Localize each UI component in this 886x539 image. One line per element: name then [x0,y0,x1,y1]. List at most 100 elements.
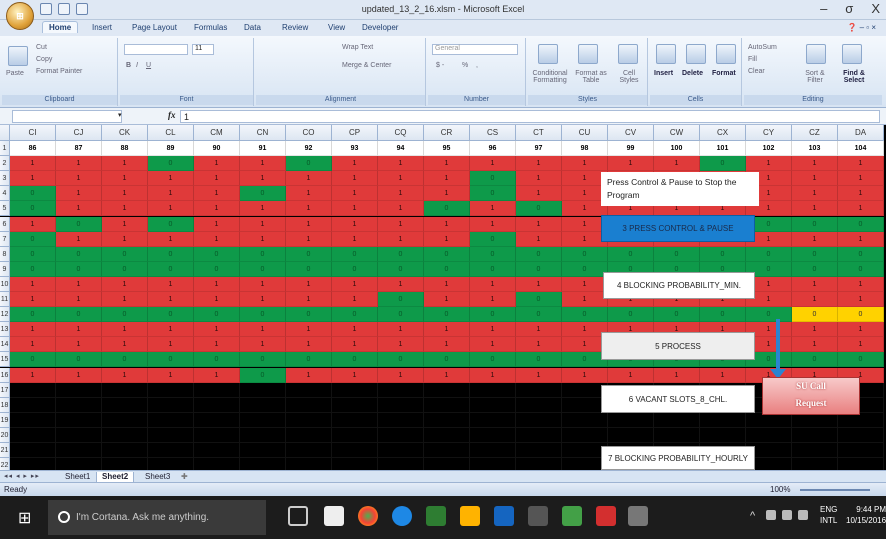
grid-cell[interactable] [194,427,240,443]
grid-cell[interactable] [608,412,654,428]
grid-cell[interactable]: 1 [56,292,102,308]
grid-cell[interactable] [194,412,240,428]
grid-cell[interactable]: 1 [424,186,470,202]
grid-cell[interactable] [56,412,102,428]
grid-cell[interactable]: 0 [608,246,654,262]
row-header[interactable]: 19 [0,412,10,428]
grid-cell[interactable] [700,427,746,443]
grid-cell[interactable] [286,427,332,443]
column-header[interactable]: CJ [56,125,102,141]
grid-cell[interactable]: 1 [792,322,838,338]
grid-cell[interactable]: 0 [102,307,148,323]
format-cells-icon[interactable] [716,44,736,64]
autosum-button[interactable]: AutoSum [748,44,777,51]
cell-styles-icon[interactable] [618,44,638,64]
grid-cell[interactable]: 1 [654,156,700,172]
conditional-formatting-button[interactable]: Conditional Formatting [530,70,570,84]
grid-cell[interactable]: 0 [516,292,562,308]
row-header[interactable]: 5 [0,201,10,217]
grid-cell[interactable] [240,397,286,413]
grid-cell[interactable]: 1 [102,367,148,383]
grid-cell[interactable]: 1 [286,171,332,187]
grid-cell[interactable]: 1 [378,276,424,292]
grid-cell[interactable]: 1 [516,367,562,383]
grid-cell[interactable] [102,382,148,398]
grid-cell[interactable]: 1 [516,276,562,292]
maximize-button[interactable]: σ [845,1,853,16]
grid-cell[interactable]: 1 [654,367,700,383]
grid-cell[interactable]: 1 [332,201,378,217]
grid-cell[interactable]: 1 [516,322,562,338]
number-format-field[interactable]: General [432,44,518,55]
grid-cell[interactable] [148,443,194,459]
grid-cell[interactable]: 0 [470,186,516,202]
grid-cell[interactable] [332,427,378,443]
row-header[interactable]: 21 [0,443,10,459]
grid-cell[interactable]: 0 [194,307,240,323]
grid-cell[interactable]: 1 [378,201,424,217]
grid-cell[interactable] [286,397,332,413]
grid-cell[interactable]: 1 [332,367,378,383]
grid-cell[interactable]: 0 [194,261,240,277]
grid-cell[interactable]: 1 [10,156,56,172]
windows-start-icon[interactable]: ⊞ [18,508,31,528]
grid-cell[interactable]: 1 [286,367,332,383]
grid-cell[interactable] [240,458,286,470]
sheet-nav-arrows[interactable]: ◂◂ ◂ ▸ ▸▸ [4,472,40,480]
grid-cell[interactable] [838,443,884,459]
column-header[interactable]: CI [10,125,56,141]
row-header[interactable]: 4 [0,186,10,202]
grid-cell[interactable]: 1 [148,186,194,202]
grid-cell[interactable]: 1 [470,201,516,217]
row-header[interactable]: 9 [0,261,10,277]
grid-cell[interactable]: 0 [240,367,286,383]
grid-cell[interactable]: 104 [838,141,884,157]
grid-cell[interactable]: 1 [194,276,240,292]
grid-cell[interactable]: 1 [378,171,424,187]
grid-cell[interactable] [102,443,148,459]
grid-cell[interactable]: 0 [10,246,56,262]
help-icon[interactable]: ❓ – ▫ × [847,23,876,32]
find-select-button[interactable]: Find & Select [836,70,872,84]
tab-page-layout[interactable]: Page Layout [132,23,177,32]
grid-cell[interactable]: 0 [148,307,194,323]
grid-cell[interactable]: 1 [516,231,562,247]
grid-cell[interactable]: 1 [286,201,332,217]
grid-cell[interactable]: 1 [194,186,240,202]
grid-cell[interactable]: 1 [10,276,56,292]
grid-cell[interactable]: 0 [424,352,470,368]
cortana-search-box[interactable]: I'm Cortana. Ask me anything. [48,500,266,535]
grid-cell[interactable] [378,382,424,398]
row-header[interactable]: 20 [0,427,10,443]
grid-cell[interactable]: 0 [562,246,608,262]
column-header[interactable]: CR [424,125,470,141]
task-view-icon[interactable] [288,506,308,526]
row-header[interactable]: 18 [0,397,10,413]
grid-cell[interactable]: 100 [654,141,700,157]
blocking-probability-min-button[interactable]: 4 BLOCKING PROBABILITY_MIN. [603,272,755,299]
grid-cell[interactable]: 1 [424,367,470,383]
grid-cell[interactable]: 1 [792,231,838,247]
grid-cell[interactable]: 1 [700,367,746,383]
grid-cell[interactable] [378,427,424,443]
grid-cell[interactable]: 1 [240,322,286,338]
grid-cell[interactable]: 1 [194,367,240,383]
grid-cell[interactable] [792,412,838,428]
grid-cell[interactable]: 1 [792,156,838,172]
grid-cell[interactable]: 1 [378,337,424,353]
grid-cell[interactable]: 1 [102,186,148,202]
grid-cell[interactable]: 1 [240,156,286,172]
grid-cell[interactable] [700,412,746,428]
grid-cell[interactable]: 1 [332,322,378,338]
grid-cell[interactable]: 0 [286,307,332,323]
grid-cell[interactable]: 1 [332,156,378,172]
grid-cell[interactable]: 0 [838,216,884,232]
zoom-level[interactable]: 100% [770,485,790,494]
grid-cell[interactable]: 0 [792,261,838,277]
row-header[interactable]: 10 [0,276,10,292]
grid-cell[interactable]: 1 [516,216,562,232]
grid-cell[interactable]: 0 [378,261,424,277]
grid-cell[interactable]: 1 [332,216,378,232]
grid-cell[interactable]: 1 [332,186,378,202]
format-button[interactable]: Format [712,70,736,77]
